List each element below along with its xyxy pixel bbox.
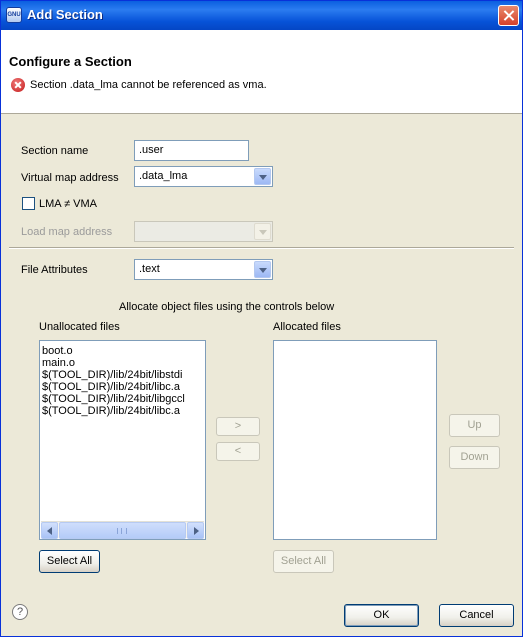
section-name-input[interactable]: .user (134, 140, 249, 161)
error-icon (11, 78, 25, 92)
help-icon[interactable]: ? (12, 604, 28, 620)
unallocated-files-list[interactable]: boot.o main.o $(TOOL_DIR)/lib/24bit/libs… (39, 340, 206, 540)
up-button[interactable]: Up (449, 414, 500, 437)
app-icon: GNU (6, 7, 22, 23)
scroll-left-icon[interactable] (41, 522, 58, 539)
lma-label: Load map address (21, 226, 113, 238)
page-title: Configure a Section (9, 54, 132, 69)
chevron-down-icon (254, 223, 271, 240)
down-button[interactable]: Down (449, 446, 500, 469)
scrollbar-thumb[interactable] (59, 522, 186, 539)
chevron-down-icon[interactable] (254, 261, 271, 278)
move-right-button[interactable]: > (216, 417, 260, 436)
close-button[interactable] (498, 5, 519, 26)
unallocated-files-label: Unallocated files (39, 321, 120, 333)
select-all-left-button[interactable]: Select All (39, 550, 100, 573)
chevron-down-icon[interactable] (254, 168, 271, 185)
list-item[interactable]: main.o (40, 357, 205, 369)
scroll-right-icon[interactable] (187, 522, 204, 539)
vma-label: Virtual map address (21, 172, 119, 184)
list-item[interactable]: $(TOOL_DIR)/lib/24bit/libc.a (40, 405, 205, 417)
select-all-right-button[interactable]: Select All (273, 550, 334, 573)
lma-vma-checkbox[interactable] (22, 197, 35, 210)
file-attributes-select[interactable]: .text (134, 259, 273, 280)
list-item[interactable]: $(TOOL_DIR)/lib/24bit/libc.a (40, 381, 205, 393)
file-attributes-label: File Attributes (21, 264, 88, 276)
move-left-button[interactable]: < (216, 442, 260, 461)
title-bar[interactable]: GNU Add Section (1, 1, 522, 30)
error-message: Section .data_lma cannot be referenced a… (30, 79, 267, 91)
horizontal-scrollbar[interactable] (41, 521, 204, 539)
dialog-header: Configure a Section Section .data_lma ca… (1, 30, 522, 114)
list-item[interactable]: boot.o (40, 345, 205, 357)
section-name-label: Section name (21, 145, 89, 157)
lma-select (134, 221, 273, 242)
ok-button[interactable]: OK (344, 604, 419, 627)
vma-select[interactable]: .data_lma (134, 166, 273, 187)
grip-icon (117, 528, 127, 534)
file-attributes-value: .text (139, 263, 160, 275)
window-title: Add Section (27, 7, 103, 22)
add-section-dialog: GNU Add Section Configure a Section Sect… (0, 0, 523, 637)
allocated-files-label: Allocated files (273, 321, 341, 333)
divider (9, 247, 514, 249)
vma-select-value: .data_lma (139, 170, 188, 182)
lma-vma-label[interactable]: LMA ≠ VMA (39, 198, 97, 210)
list-item[interactable]: $(TOOL_DIR)/lib/24bit/libstdi (40, 369, 205, 381)
allocated-files-list[interactable] (273, 340, 437, 540)
allocation-instructions: Allocate object files using the controls… (119, 301, 335, 313)
cancel-button[interactable]: Cancel (439, 604, 514, 627)
list-item[interactable]: $(TOOL_DIR)/lib/24bit/libgccl (40, 393, 205, 405)
